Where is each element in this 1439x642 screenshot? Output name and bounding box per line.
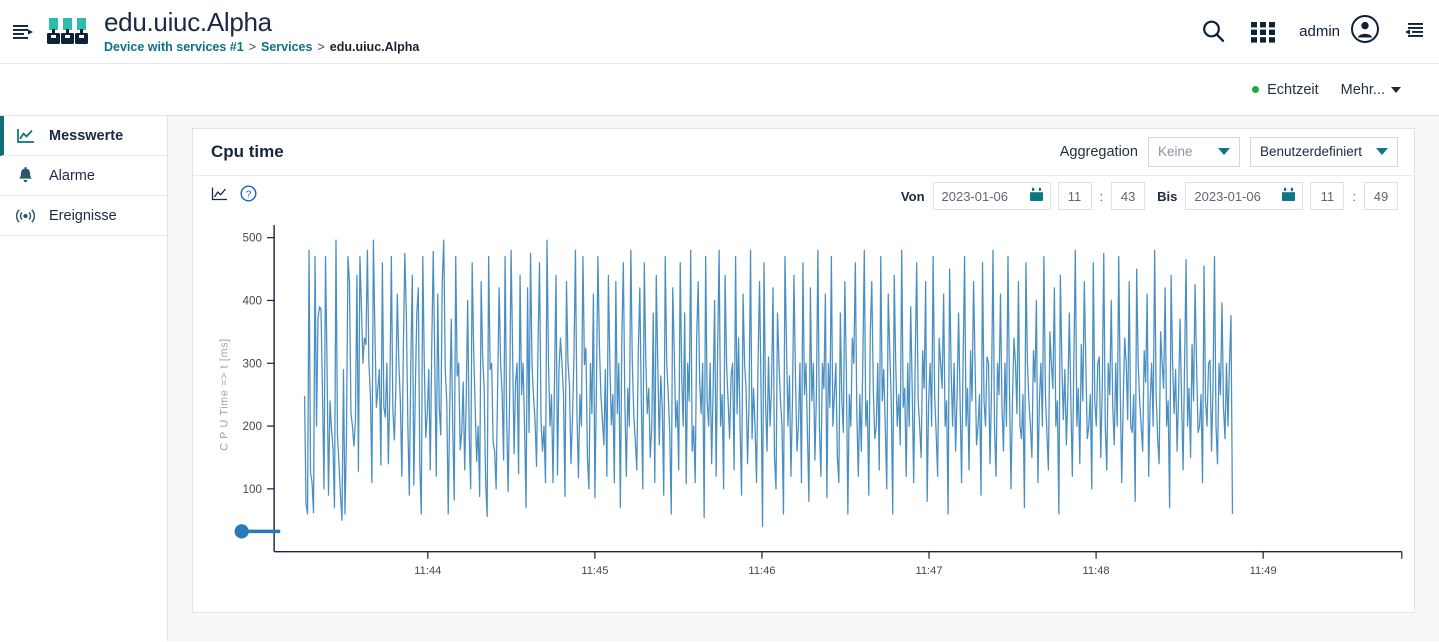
- more-menu-label: Mehr...: [1340, 81, 1385, 98]
- realtime-label: Echtzeit: [1267, 81, 1319, 98]
- y-axis-tick-label: 200: [243, 420, 263, 433]
- aggregation-controls: Aggregation Keine Benutzerdefiniert: [1059, 136, 1398, 167]
- user-avatar-icon[interactable]: [1350, 14, 1380, 49]
- page-title-block: edu.uiuc.Alpha Device with services #1 >…: [104, 7, 1200, 54]
- chart-toolbar: ? Von 2023-01-06 11: 43 Bis 2023-01-06 …: [193, 176, 1414, 217]
- page-title: edu.uiuc.Alpha: [104, 7, 272, 38]
- sub-header: Echtzeit Mehr...: [0, 64, 1439, 116]
- range-from-time-separator: :: [1099, 188, 1104, 204]
- devices-logo-icon: [46, 14, 90, 50]
- x-axis-tick-label: 11:44: [414, 564, 441, 576]
- realtime-status-dot: [1252, 86, 1260, 93]
- range-from-minute-value: 43: [1120, 188, 1136, 204]
- bell-icon: [16, 166, 35, 185]
- breadcrumb-services[interactable]: Services: [261, 40, 312, 54]
- range-to-time-separator: :: [1352, 188, 1356, 204]
- range-to-minute-input[interactable]: 49: [1364, 182, 1398, 211]
- range-from-date-value: 2023-01-06: [941, 188, 1009, 204]
- aggregation-value: Keine: [1157, 144, 1193, 160]
- sidebar-item-label: Ereignisse: [49, 207, 117, 224]
- x-axis-tick-label: 11:49: [1250, 564, 1277, 576]
- top-header: edu.uiuc.Alpha Device with services #1 >…: [0, 0, 1439, 64]
- calendar-icon[interactable]: [1029, 187, 1044, 205]
- body: Messwerte Alarme Ereignisse Cpu time Agg…: [0, 116, 1439, 641]
- chart-toolbar-right: Von 2023-01-06 11: 43 Bis 2023-01-06 11…: [900, 182, 1398, 211]
- y-axis-tick-label: 400: [243, 294, 263, 307]
- right-panel-toggle-icon[interactable]: [1402, 21, 1425, 42]
- header-actions: admin: [1200, 14, 1425, 49]
- range-to-date-value: 2023-01-06: [1194, 188, 1261, 204]
- sidebar-item-ereignisse[interactable]: Ereignisse: [0, 196, 167, 236]
- line-chart-icon: [16, 127, 35, 144]
- app-grid-icon[interactable]: [1249, 18, 1277, 46]
- svg-text:?: ?: [246, 189, 252, 200]
- broadcast-icon: [16, 207, 35, 225]
- cpu-time-card: Cpu time Aggregation Keine Benutzerdefin…: [192, 128, 1415, 613]
- breadcrumb-separator: >: [317, 39, 325, 54]
- sidebar: Messwerte Alarme Ereignisse: [0, 116, 168, 641]
- range-preset-value: Benutzerdefiniert: [1259, 144, 1362, 160]
- breadcrumb-current: edu.uiuc.Alpha: [329, 39, 420, 54]
- breadcrumb-root[interactable]: Device with services #1: [104, 40, 244, 54]
- range-from-minute-input[interactable]: 43: [1111, 182, 1146, 211]
- more-menu-button[interactable]: Mehr...: [1341, 82, 1401, 98]
- x-axis: 11:44 11:45 11:46 11:47 11:48 11:49: [274, 550, 1403, 576]
- y-axis: 100 200 300 400 500 C P U Time => t [ms]: [218, 224, 275, 552]
- card-header: Cpu time Aggregation Keine Benutzerdefin…: [193, 129, 1414, 176]
- sidebar-item-label: Messwerte: [49, 127, 124, 144]
- range-from-hour-input[interactable]: 11: [1057, 182, 1092, 211]
- cpu-time-chart[interactable]: 100 200 300 400 500 C P U Time => t [ms] 11:…: [193, 217, 1414, 613]
- line-chart-icon[interactable]: [211, 186, 228, 207]
- sidebar-item-alarme[interactable]: Alarme: [0, 156, 167, 196]
- range-from: Von 2023-01-06 11: 43: [900, 182, 1146, 211]
- chevron-down-icon: [1391, 86, 1401, 93]
- range-from-hour-value: 11: [1067, 188, 1082, 204]
- y-axis-range-slider[interactable]: [234, 523, 281, 538]
- user-menu[interactable]: admin: [1299, 14, 1380, 49]
- y-axis-tick-label: 500: [243, 231, 263, 244]
- x-axis-tick-label: 11:47: [916, 564, 943, 576]
- x-axis-tick-label: 11:45: [581, 564, 608, 576]
- y-axis-tick-label: 300: [243, 357, 263, 370]
- range-from-date-input[interactable]: 2023-01-06: [932, 182, 1051, 211]
- breadcrumb: Device with services #1 > Services > edu…: [104, 40, 1200, 54]
- help-circle-icon[interactable]: ?: [240, 185, 257, 207]
- range-to-label: Bis: [1157, 188, 1178, 204]
- x-axis-tick-label: 11:48: [1083, 564, 1110, 576]
- card-title: Cpu time: [211, 141, 284, 161]
- chart-toolbar-left: ?: [211, 185, 257, 207]
- range-to-date-input[interactable]: 2023-01-06: [1185, 182, 1304, 211]
- y-axis-title: C P U Time => t [ms]: [218, 338, 230, 451]
- breadcrumb-separator: >: [248, 39, 256, 54]
- main-content: Cpu time Aggregation Keine Benutzerdefin…: [168, 116, 1439, 641]
- range-to-minute-value: 49: [1373, 188, 1389, 204]
- search-icon[interactable]: [1200, 18, 1227, 45]
- range-from-label: Von: [900, 188, 925, 204]
- range-to-hour-input[interactable]: 11: [1310, 182, 1345, 211]
- y-axis-tick-label: 100: [243, 482, 263, 495]
- sidebar-item-label: Alarme: [49, 167, 95, 184]
- sidebar-item-messwerte[interactable]: Messwerte: [0, 116, 167, 156]
- chevron-down-icon: [1217, 148, 1230, 156]
- calendar-icon[interactable]: [1281, 187, 1296, 205]
- aggregation-label: Aggregation: [1059, 143, 1138, 160]
- range-preset-select[interactable]: Benutzerdefiniert: [1249, 136, 1398, 167]
- chevron-down-icon: [1376, 148, 1388, 156]
- realtime-toggle[interactable]: Echtzeit: [1252, 82, 1319, 98]
- user-name-label: admin: [1299, 23, 1340, 40]
- range-to-hour-value: 11: [1320, 188, 1335, 204]
- chart-canvas[interactable]: 100 200 300 400 500 C P U Time => t [ms] 11:…: [193, 217, 1414, 613]
- series-line: [303, 239, 1234, 527]
- range-to: Bis 2023-01-06 11: 49: [1157, 182, 1398, 211]
- sidebar-collapse-icon[interactable]: [6, 15, 40, 49]
- x-axis-tick-label: 11:46: [748, 564, 775, 576]
- aggregation-select[interactable]: Keine: [1147, 136, 1240, 167]
